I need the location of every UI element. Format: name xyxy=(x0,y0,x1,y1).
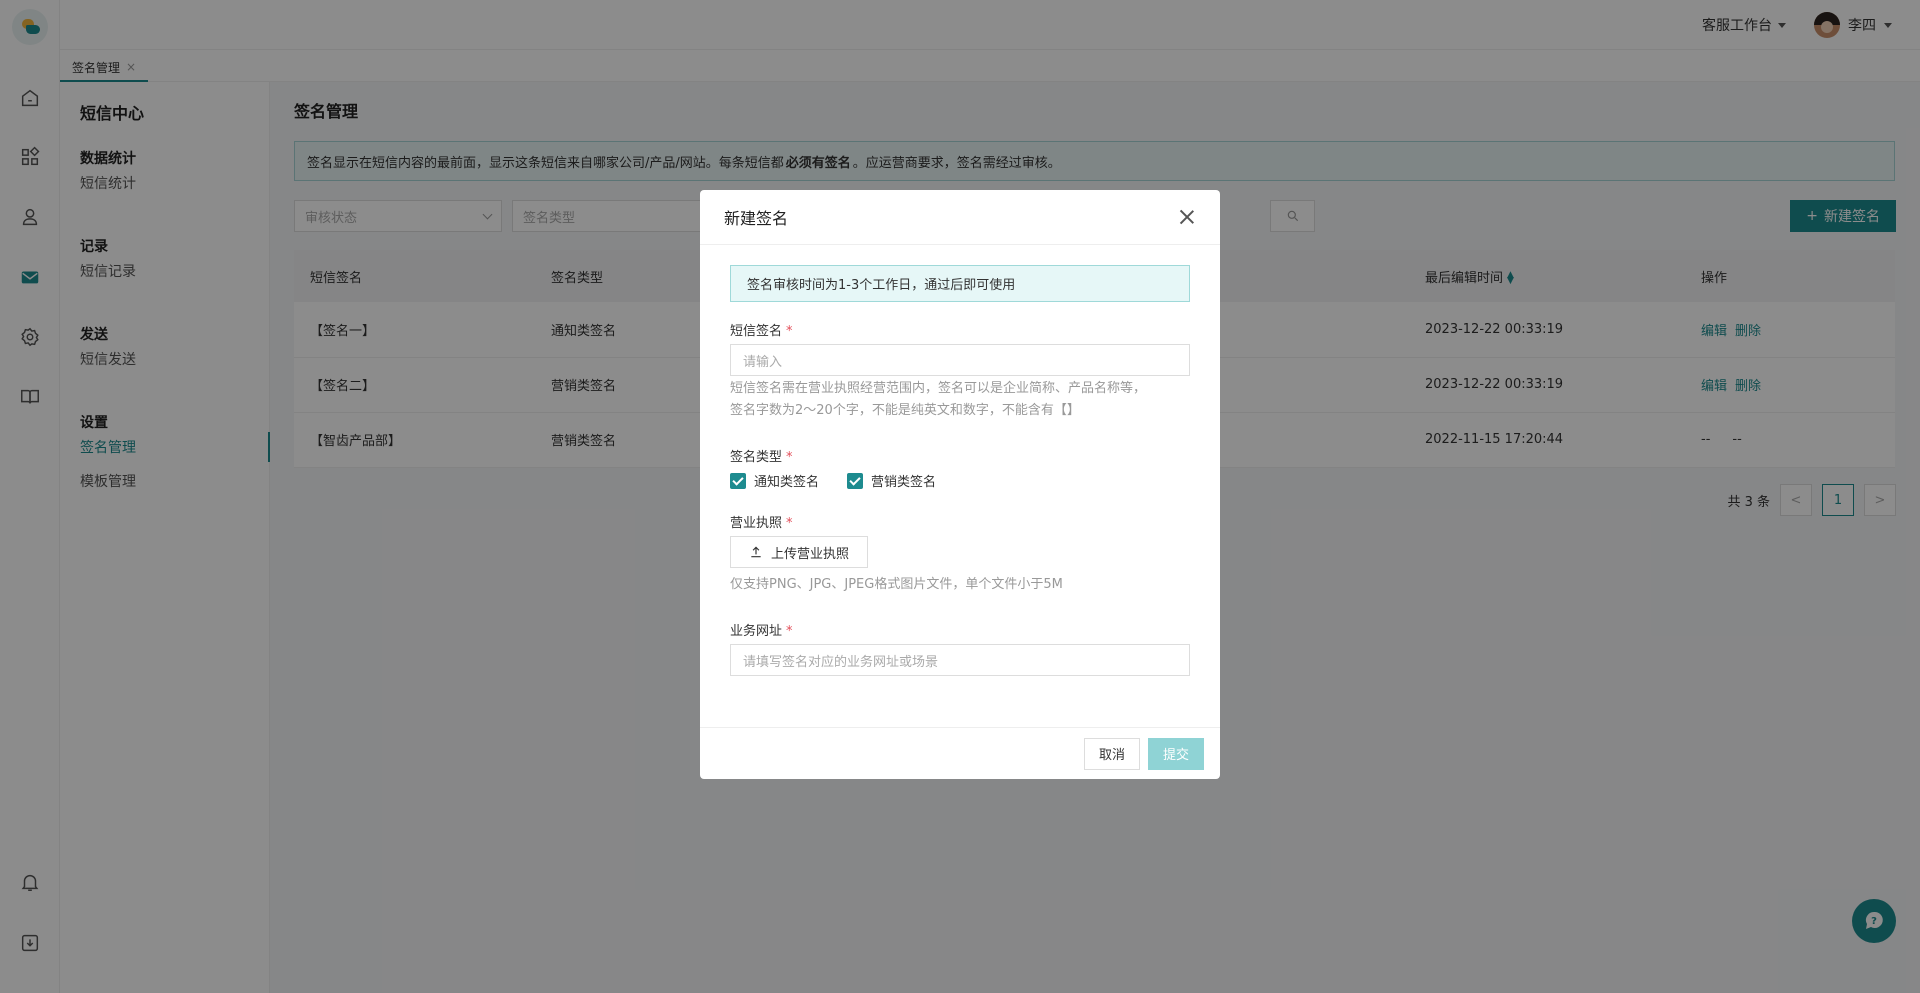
checkbox-checked-icon[interactable] xyxy=(730,472,746,489)
sign-hint-line1: 短信签名需在营业执照经营范围内，签名可以是企业简称、产品名称等， xyxy=(730,381,1147,396)
sign-label-text: 短信签名 xyxy=(730,324,783,339)
upload-icon xyxy=(751,546,761,558)
dialog-title: 新建签名 xyxy=(724,209,789,228)
type-label: 签名类型 * xyxy=(730,446,1190,465)
dialog-footer: 取消 提交 xyxy=(700,727,1220,779)
sign-label: 短信签名 * xyxy=(730,320,1190,339)
required-mark: * xyxy=(786,516,793,531)
business-url-input[interactable]: 请填写签名对应的业务网址或场景 xyxy=(730,644,1190,676)
sign-input[interactable]: 请输入 xyxy=(730,344,1190,376)
close-icon[interactable] xyxy=(1178,208,1196,226)
notify-type-checkbox[interactable]: 通知类签名 xyxy=(730,471,819,490)
cancel-button[interactable]: 取消 xyxy=(1083,737,1140,770)
sign-hint-line2: 签名字数为2～20个字，不能是纯英文和数字，不能含有【】 xyxy=(730,403,1080,418)
new-signature-dialog: 新建签名 签名审核时间为1-3个工作日，通过后即可使用 短信签名 * 请输入 短信… xyxy=(700,190,1220,779)
upload-hint: 仅支持PNG、JPG、JPEG格式图片文件，单个文件小于5M xyxy=(730,577,1063,592)
type-label-text: 签名类型 xyxy=(730,450,783,465)
marketing-type-label: 营销类签名 xyxy=(871,475,937,490)
required-mark: * xyxy=(786,450,793,465)
upload-license-button[interactable]: 上传营业执照 xyxy=(730,536,868,568)
license-label-text: 营业执照 xyxy=(730,516,783,531)
license-label: 营业执照 * xyxy=(730,512,1190,531)
review-tip: 签名审核时间为1-3个工作日，通过后即可使用 xyxy=(730,265,1190,302)
upload-button-label: 上传营业执照 xyxy=(770,546,849,562)
submit-button[interactable]: 提交 xyxy=(1147,737,1204,770)
notify-type-label: 通知类签名 xyxy=(754,475,820,490)
url-label: 业务网址 * xyxy=(730,620,1190,639)
dialog-header: 新建签名 xyxy=(700,190,1220,245)
url-label-text: 业务网址 xyxy=(730,624,783,639)
checkbox-checked-icon[interactable] xyxy=(847,472,864,489)
required-mark: * xyxy=(786,324,793,339)
marketing-type-checkbox[interactable]: 营销类签名 xyxy=(847,471,936,490)
required-mark: * xyxy=(786,624,793,639)
dialog-body: 签名审核时间为1-3个工作日，通过后即可使用 短信签名 * 请输入 短信签名需在营… xyxy=(730,265,1190,676)
type-checkbox-group: 通知类签名 营销类签名 xyxy=(730,471,1190,490)
